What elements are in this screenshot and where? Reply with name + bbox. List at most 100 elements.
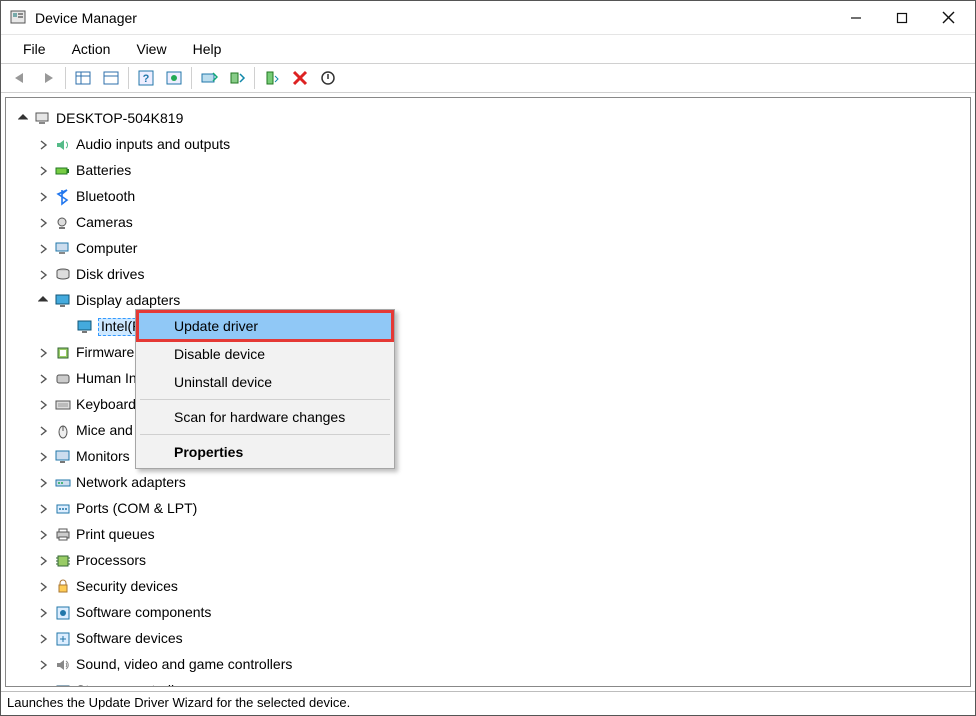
tree-node-label: Software devices <box>76 631 183 646</box>
window-title: Device Manager <box>35 10 833 26</box>
ctx-scan-hardware[interactable]: Scan for hardware changes <box>138 403 392 431</box>
tree-node-computer[interactable]: Computer <box>10 236 966 262</box>
chevron-right-icon[interactable] <box>36 632 50 646</box>
toolbar-disable[interactable] <box>315 66 341 90</box>
toolbar: ? <box>1 63 975 93</box>
tree-node-swd[interactable]: Software devices <box>10 626 966 652</box>
chevron-right-icon[interactable] <box>36 528 50 542</box>
tree-node-speaker[interactable]: Audio inputs and outputs <box>10 132 966 158</box>
ctx-uninstall-device[interactable]: Uninstall device <box>138 368 392 396</box>
tree-node-camera[interactable]: Cameras <box>10 210 966 236</box>
chevron-right-icon[interactable] <box>36 346 50 360</box>
chevron-right-icon[interactable] <box>36 398 50 412</box>
toolbar-scan-hardware[interactable] <box>196 66 222 90</box>
tree-node-label: Security devices <box>76 579 178 594</box>
chevron-right-icon[interactable] <box>36 372 50 386</box>
chevron-right-icon[interactable] <box>36 502 50 516</box>
chevron-right-icon[interactable] <box>36 658 50 672</box>
tree-node-port[interactable]: Ports (COM & LPT) <box>10 496 966 522</box>
chevron-right-icon[interactable] <box>36 190 50 204</box>
tree-node-label: Firmware <box>76 345 134 360</box>
computer-icon <box>34 110 52 128</box>
toolbar-add-legacy[interactable] <box>224 66 250 90</box>
chevron-right-icon[interactable] <box>36 216 50 230</box>
chevron-right-icon[interactable] <box>36 554 50 568</box>
status-text: Launches the Update Driver Wizard for th… <box>7 695 350 710</box>
tree-node-label: Computer <box>76 241 137 256</box>
menu-bar: File Action View Help <box>1 35 975 63</box>
tree-node-battery[interactable]: Batteries <box>10 158 966 184</box>
battery-icon <box>54 162 72 180</box>
tree-node-label: Disk drives <box>76 267 144 282</box>
menu-action[interactable]: Action <box>60 38 123 60</box>
tree-node-label: Cameras <box>76 215 133 230</box>
chevron-right-icon[interactable] <box>36 450 50 464</box>
tree-node-label: Keyboards <box>76 397 143 412</box>
hid-icon <box>54 370 72 388</box>
toolbar-help[interactable]: ? <box>133 66 159 90</box>
tree-node-label: Ports (COM & LPT) <box>76 501 197 516</box>
printer-icon <box>54 526 72 544</box>
mouse-icon <box>54 422 72 440</box>
tree-node-disk[interactable]: Disk drives <box>10 262 966 288</box>
tree-node-sound[interactable]: Sound, video and game controllers <box>10 652 966 678</box>
menu-file[interactable]: File <box>11 38 58 60</box>
title-bar: Device Manager <box>1 1 975 35</box>
monitor-icon <box>54 448 72 466</box>
chevron-down-icon[interactable] <box>36 294 50 308</box>
menu-help[interactable]: Help <box>181 38 234 60</box>
ctx-disable-device[interactable]: Disable device <box>138 340 392 368</box>
tree-node-label: Bluetooth <box>76 189 135 204</box>
chevron-right-icon[interactable] <box>36 606 50 620</box>
svg-text:?: ? <box>143 73 150 85</box>
tree-node-bluetooth[interactable]: Bluetooth <box>10 184 966 210</box>
toolbar-back[interactable] <box>7 66 33 90</box>
tree-node-label: Sound, video and game controllers <box>76 657 292 672</box>
sound-icon <box>54 656 72 674</box>
tree-node-printer[interactable]: Print queues <box>10 522 966 548</box>
tree-node-label: Processors <box>76 553 146 568</box>
chevron-right-icon[interactable] <box>36 580 50 594</box>
security-icon <box>54 578 72 596</box>
chevron-right-icon[interactable] <box>36 268 50 282</box>
ctx-separator <box>140 434 390 435</box>
chevron-down-icon[interactable] <box>16 112 30 126</box>
disk-icon <box>54 266 72 284</box>
tree-node-label: Display adapters <box>76 293 180 308</box>
chevron-right-icon[interactable] <box>36 424 50 438</box>
chevron-right-icon[interactable] <box>36 476 50 490</box>
toolbar-action-center[interactable] <box>161 66 187 90</box>
tree-node-label: Network adapters <box>76 475 186 490</box>
speaker-icon <box>54 136 72 154</box>
toolbar-properties-pane[interactable] <box>98 66 124 90</box>
minimize-button[interactable] <box>833 2 879 34</box>
toolbar-show-hide-tree[interactable] <box>70 66 96 90</box>
keyboard-icon <box>54 396 72 414</box>
context-menu: Update driver Disable device Uninstall d… <box>135 309 395 469</box>
tree-root[interactable]: DESKTOP-504K819 <box>10 106 966 132</box>
toolbar-forward[interactable] <box>35 66 61 90</box>
bluetooth-icon <box>54 188 72 206</box>
maximize-button[interactable] <box>879 2 925 34</box>
storage-icon <box>54 682 72 687</box>
tree-node-label: Batteries <box>76 163 131 178</box>
ctx-properties[interactable]: Properties <box>138 438 392 466</box>
tree-node-cpu[interactable]: Processors <box>10 548 966 574</box>
ctx-update-driver[interactable]: Update driver <box>138 312 392 340</box>
tree-node-network[interactable]: Network adapters <box>10 470 966 496</box>
toolbar-uninstall[interactable] <box>287 66 313 90</box>
chevron-right-icon[interactable] <box>36 242 50 256</box>
tree-root-label: DESKTOP-504K819 <box>56 111 183 126</box>
tree-node-storage[interactable]: Storage controllers <box>10 678 966 687</box>
toolbar-update-driver[interactable] <box>259 66 285 90</box>
chevron-right-icon[interactable] <box>36 164 50 178</box>
close-button[interactable] <box>925 2 971 34</box>
status-bar: Launches the Update Driver Wizard for th… <box>1 691 975 715</box>
chevron-right-icon[interactable] <box>36 684 50 687</box>
tree-node-security[interactable]: Security devices <box>10 574 966 600</box>
chevron-right-icon[interactable] <box>36 138 50 152</box>
computer-icon <box>54 240 72 258</box>
tree-node-swc[interactable]: Software components <box>10 600 966 626</box>
cpu-icon <box>54 552 72 570</box>
menu-view[interactable]: View <box>124 38 178 60</box>
